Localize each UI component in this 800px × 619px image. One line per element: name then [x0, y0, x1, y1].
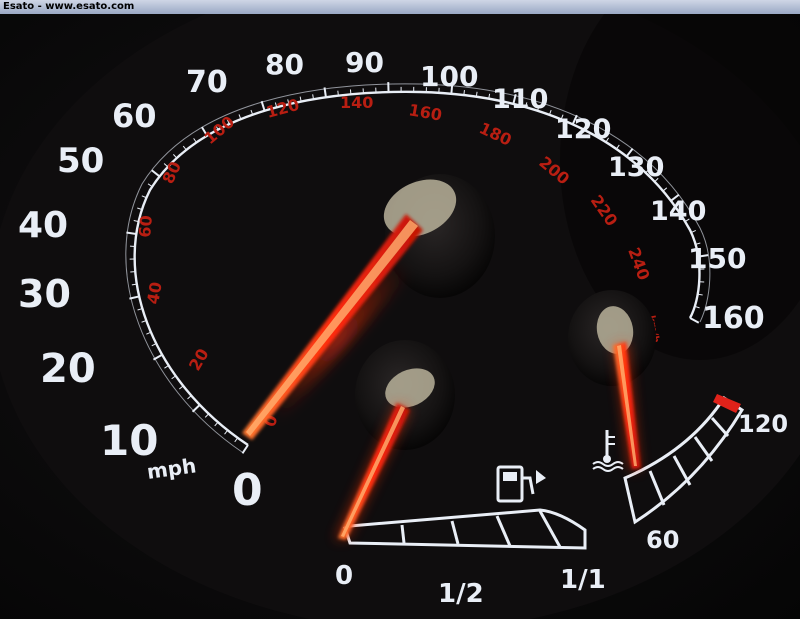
mph-label: 100	[420, 60, 478, 93]
image-caption-bar: Esato - www.esato.com	[0, 0, 800, 15]
mph-label: 0	[232, 465, 263, 516]
fuel-label-half: 1/2	[438, 579, 484, 609]
mph-label: 60	[112, 97, 157, 135]
mph-label: 140	[650, 196, 706, 227]
mph-label: 160	[702, 301, 765, 336]
mph-label: 130	[608, 152, 664, 183]
mph-label: 150	[688, 242, 746, 275]
mph-label: 30	[18, 272, 71, 316]
image-caption: Esato - www.esato.com	[3, 1, 135, 12]
kmh-label: 140	[340, 93, 373, 112]
instrument-cluster: 01020304050607080 90 100110120130140150160…	[0, 14, 800, 619]
speed-tick	[337, 90, 339, 96]
temp-label-low: 60	[646, 526, 679, 554]
mph-label: 80	[265, 48, 304, 81]
mph-label: 40	[18, 205, 68, 246]
mph-label: 90	[345, 46, 384, 79]
temp-label-high: 120	[738, 410, 788, 438]
dashboard-photo: 0 10 20 30 40 50 60 70 80 90 100 110 120 130 140 150 160…	[0, 14, 800, 619]
mph-label: 20	[40, 346, 96, 392]
speed-tick	[323, 87, 327, 98]
fuel-label-full: 1/1	[560, 565, 606, 595]
mph-label: 70	[186, 65, 228, 100]
mph-label: 110	[492, 84, 548, 115]
fuel-label-empty: 0	[335, 561, 353, 591]
mph-label: 120	[555, 114, 611, 145]
mph-label: 50	[57, 141, 104, 181]
kmh-label: 60	[135, 215, 156, 239]
kmh-label: 40	[143, 280, 166, 305]
mph-label: 10	[100, 416, 158, 465]
